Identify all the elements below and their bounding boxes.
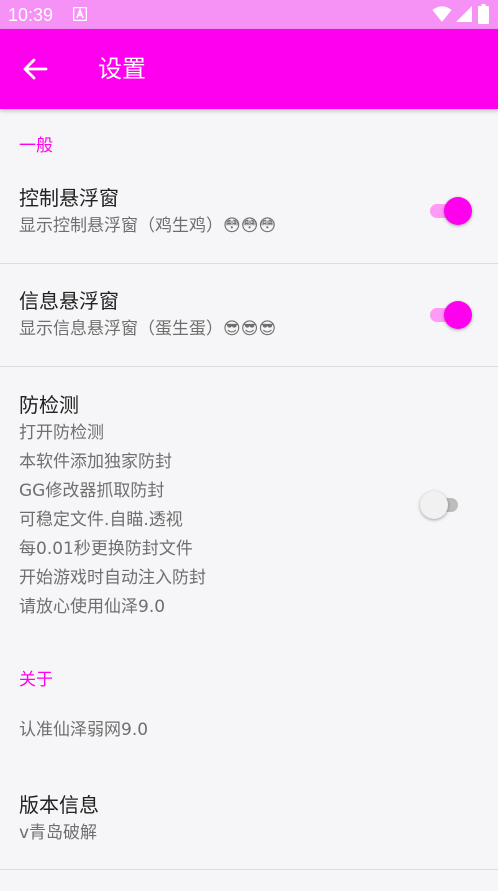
- pref-summary-line: GG修改器抓取防封: [19, 481, 165, 501]
- pref-title: 防检测: [19, 393, 79, 417]
- status-bar: 10:39: [0, 0, 498, 29]
- float-control-switch[interactable]: [426, 195, 472, 225]
- pref-summary: v青岛破解: [19, 823, 98, 843]
- wifi-icon: [432, 6, 452, 22]
- pref-title: 信息悬浮窗: [19, 289, 119, 313]
- pref-float-info[interactable]: 信息悬浮窗 显示信息悬浮窗（蛋生蛋）😎😎😎: [0, 264, 498, 366]
- pref-title: 版本信息: [19, 793, 99, 817]
- pref-summary-line: 每0.01秒更换防封文件: [19, 539, 193, 559]
- float-info-switch[interactable]: [426, 299, 472, 329]
- app-bar: 设置: [0, 29, 498, 109]
- pref-anti-detect[interactable]: 防检测 打开防检测 本软件添加独家防封 GG修改器抓取防封 可稳定文件.自瞄.透…: [0, 367, 498, 637]
- pref-summary-line: 打开防检测: [19, 423, 104, 443]
- pref-summary-line: 请放心使用仙泽9.0: [19, 597, 166, 617]
- status-time: 10:39: [8, 5, 54, 25]
- divider: [0, 869, 498, 870]
- back-button[interactable]: [14, 49, 58, 89]
- notification-a-icon: [73, 7, 87, 21]
- switch-thumb: [444, 197, 472, 225]
- pref-title: 控制悬浮窗: [19, 186, 119, 210]
- section-header-general: 一般: [19, 136, 53, 156]
- switch-thumb: [444, 301, 472, 329]
- pref-verify[interactable]: 认准仙泽弱网9.0: [0, 700, 498, 760]
- pref-float-control[interactable]: 控制悬浮窗 显示控制悬浮窗（鸡生鸡）😳😳😳: [0, 168, 498, 263]
- signal-icon: [456, 6, 472, 22]
- switch-thumb: [420, 491, 448, 519]
- page-title: 设置: [98, 55, 146, 83]
- pref-summary: 显示控制悬浮窗（鸡生鸡）😳😳😳: [19, 216, 277, 236]
- pref-summary-line: 可稳定文件.自瞄.透视: [19, 510, 183, 530]
- battery-icon: [478, 4, 489, 24]
- pref-summary-line: 本软件添加独家防封: [19, 452, 172, 472]
- section-header-about: 关于: [19, 670, 53, 690]
- pref-summary-line: 开始游戏时自动注入防封: [19, 568, 206, 588]
- pref-summary: 认准仙泽弱网9.0: [19, 720, 149, 740]
- anti-detect-switch[interactable]: [420, 489, 466, 519]
- pref-summary: 显示信息悬浮窗（蛋生蛋）😎😎😎: [19, 319, 277, 339]
- pref-version-info[interactable]: 版本信息 v青岛破解: [0, 772, 498, 868]
- arrow-left-icon: [23, 58, 48, 80]
